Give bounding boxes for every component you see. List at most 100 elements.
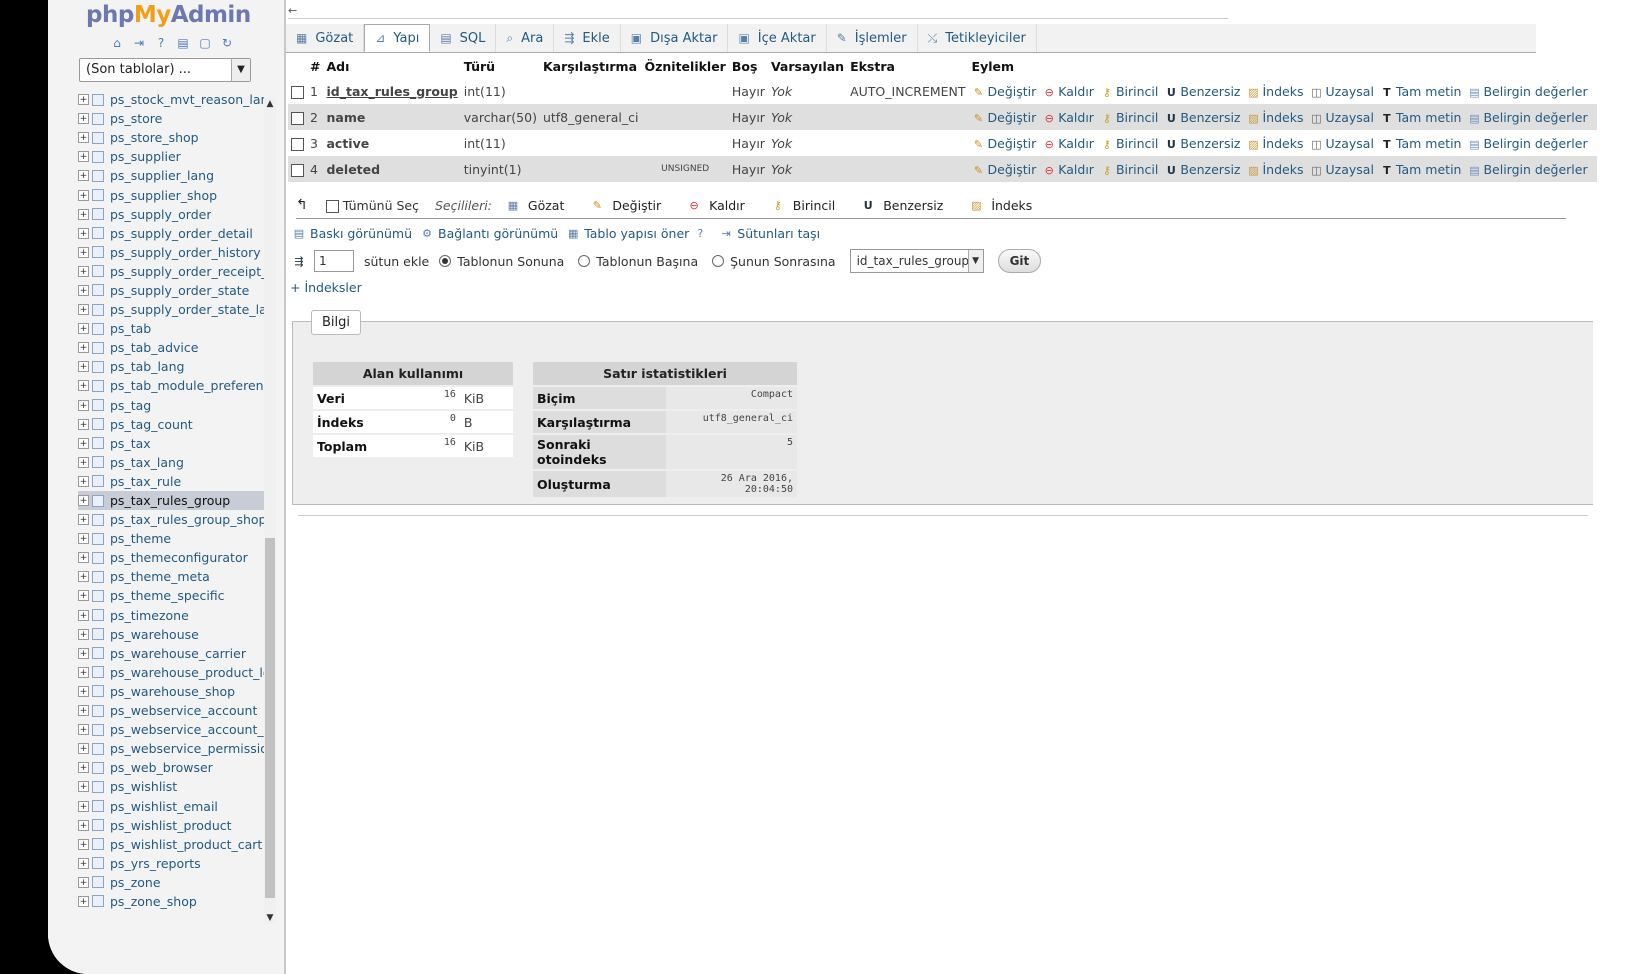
expand-icon[interactable]: +: [78, 895, 89, 907]
expand-icon[interactable]: +: [78, 94, 89, 106]
expand-icon[interactable]: +: [78, 552, 89, 564]
nav-table-item[interactable]: + ps_supply_order_detail: [78, 224, 264, 243]
expand-icon[interactable]: +: [78, 361, 89, 373]
nav-table-item[interactable]: + ps_tax_lang: [78, 453, 264, 472]
drop-link[interactable]: Kaldır: [1058, 110, 1094, 125]
nav-table-item[interactable]: + ps_themeconfigurator: [78, 548, 264, 567]
scroll-up-icon[interactable]: ▲: [264, 98, 276, 110]
row-checkbox[interactable]: [291, 85, 304, 99]
spatial-link[interactable]: Uzaysal: [1326, 136, 1374, 151]
table-link[interactable]: ⇥ Sütunları taşı: [719, 226, 820, 241]
with-selected-button[interactable]: ▨ İndeks: [969, 198, 1032, 213]
nav-table-item[interactable]: + ps_warehouse_shop: [78, 682, 264, 701]
go-button[interactable]: Git: [997, 249, 1042, 273]
nav-table-item[interactable]: + ps_zone_shop: [78, 892, 264, 911]
check-all[interactable]: Tümünü Seç: [325, 198, 419, 213]
scroll-thumb[interactable]: [265, 538, 275, 898]
with-selected-button[interactable]: U Benzersiz: [861, 198, 944, 213]
expand-icon[interactable]: +: [78, 800, 89, 812]
unique-link[interactable]: Benzersiz: [1180, 110, 1240, 125]
table-link[interactable]: ⚙ Bağlantı görünümü: [420, 226, 558, 241]
expand-icon[interactable]: +: [78, 342, 89, 354]
radio-after[interactable]: Şunun Sonrasına: [712, 254, 836, 269]
radio-end-button[interactable]: [439, 255, 452, 267]
logout-icon[interactable]: ⇥: [132, 36, 146, 50]
reload-icon[interactable]: ↻: [220, 36, 234, 50]
distinct-values-link[interactable]: Belirgin değerler: [1483, 162, 1587, 177]
expand-icon[interactable]: +: [78, 113, 89, 125]
row-checkbox[interactable]: [291, 111, 304, 125]
nav-table-item[interactable]: + ps_supply_order_history: [78, 243, 264, 262]
with-selected-button[interactable]: ▦ Gözat: [506, 198, 565, 213]
radio-begin-button[interactable]: [578, 255, 591, 267]
expand-icon[interactable]: +: [78, 571, 89, 583]
unique-link[interactable]: Benzersiz: [1180, 136, 1240, 151]
index-link[interactable]: İndeks: [1263, 110, 1304, 125]
expand-icon[interactable]: +: [78, 762, 89, 774]
after-field-select[interactable]: id_tax_rules_group ▼: [849, 249, 984, 273]
expand-icon[interactable]: +: [78, 399, 89, 411]
expand-icon[interactable]: +: [78, 743, 89, 755]
nav-table-item[interactable]: + ps_tab: [78, 319, 264, 338]
drop-link[interactable]: Kaldır: [1058, 84, 1094, 99]
expand-icon[interactable]: +: [78, 514, 89, 526]
expand-icon[interactable]: +: [78, 380, 89, 392]
change-link[interactable]: Değiştir: [988, 136, 1037, 151]
nav-table-item[interactable]: + ps_stock_mvt_reason_lan: [78, 90, 264, 109]
expand-icon[interactable]: +: [78, 857, 89, 869]
nav-table-item[interactable]: + ps_supplier_shop: [78, 185, 264, 204]
spatial-link[interactable]: Uzaysal: [1326, 84, 1374, 99]
distinct-values-link[interactable]: Belirgin değerler: [1483, 110, 1587, 125]
tab-0[interactable]: ▦ Gözat: [286, 24, 365, 52]
expand-icon[interactable]: +: [78, 647, 89, 659]
expand-icon[interactable]: +: [78, 437, 89, 449]
nav-table-item[interactable]: + ps_webservice_account_s: [78, 720, 264, 739]
nav-table-item[interactable]: + ps_supply_order_receipt_l: [78, 262, 264, 281]
expand-icon[interactable]: +: [78, 246, 89, 258]
nav-table-item[interactable]: + ps_webservice_account: [78, 701, 264, 720]
expand-icon[interactable]: +: [78, 170, 89, 182]
recent-tables-select[interactable]: (Son tablolar) ... ▼: [79, 58, 251, 82]
expand-icon[interactable]: +: [78, 304, 89, 316]
drop-link[interactable]: Kaldır: [1058, 136, 1094, 151]
nav-scrollbar[interactable]: ▲ ▼: [264, 98, 276, 924]
radio-after-button[interactable]: [712, 255, 725, 267]
tab-6[interactable]: ▣ İçe Aktar: [728, 24, 827, 52]
nav-table-item[interactable]: + ps_tax_rules_group_shop: [78, 510, 264, 529]
expand-icon[interactable]: +: [78, 132, 89, 144]
field-name[interactable]: deleted: [323, 156, 461, 182]
expand-icon[interactable]: +: [78, 685, 89, 697]
nav-table-item[interactable]: + ps_yrs_reports: [78, 854, 264, 873]
with-selected-button[interactable]: ✎ Değiştir: [590, 198, 661, 213]
expand-icon[interactable]: +: [78, 495, 89, 507]
primary-link[interactable]: Birincil: [1116, 110, 1158, 125]
phpmyadmin-logo[interactable]: phpMyAdmin: [86, 2, 251, 28]
expand-icon[interactable]: +: [78, 609, 89, 621]
tab-5[interactable]: ▣ Dışa Aktar: [621, 24, 729, 52]
table-link[interactable]: ▤ Baskı görünümü: [292, 226, 412, 241]
expand-icon[interactable]: +: [78, 666, 89, 678]
nav-table-item[interactable]: + ps_warehouse: [78, 625, 264, 644]
index-link[interactable]: İndeks: [1263, 136, 1304, 151]
field-name[interactable]: name: [323, 104, 461, 130]
nav-table-item[interactable]: + ps_wishlist_email: [78, 796, 264, 815]
field-name[interactable]: active: [323, 130, 461, 156]
tab-1[interactable]: ⊿ Yapı: [364, 24, 431, 52]
scroll-down-icon[interactable]: ▼: [264, 912, 276, 924]
distinct-values-link[interactable]: Belirgin değerler: [1483, 136, 1587, 151]
radio-begin[interactable]: Tablonun Başına: [578, 254, 698, 269]
nav-table-item[interactable]: + ps_tag: [78, 396, 264, 415]
expand-icon[interactable]: +: [78, 323, 89, 335]
docs-icon[interactable]: ▤: [176, 36, 190, 50]
expand-icon[interactable]: +: [78, 876, 89, 888]
tab-2[interactable]: ▤ SQL: [430, 24, 497, 52]
nav-table-item[interactable]: + ps_warehouse_carrier: [78, 644, 264, 663]
settings-icon[interactable]: ▢: [198, 36, 212, 50]
nav-table-item[interactable]: + ps_wishlist: [78, 777, 264, 796]
help-icon[interactable]: ?: [693, 227, 707, 240]
table-link[interactable]: ▦ Tablo yapısı öner?: [566, 226, 711, 241]
tab-7[interactable]: ✎ İşlemler: [827, 24, 918, 52]
expand-icon[interactable]: +: [78, 590, 89, 602]
primary-link[interactable]: Birincil: [1116, 84, 1158, 99]
expand-icon[interactable]: +: [78, 838, 89, 850]
